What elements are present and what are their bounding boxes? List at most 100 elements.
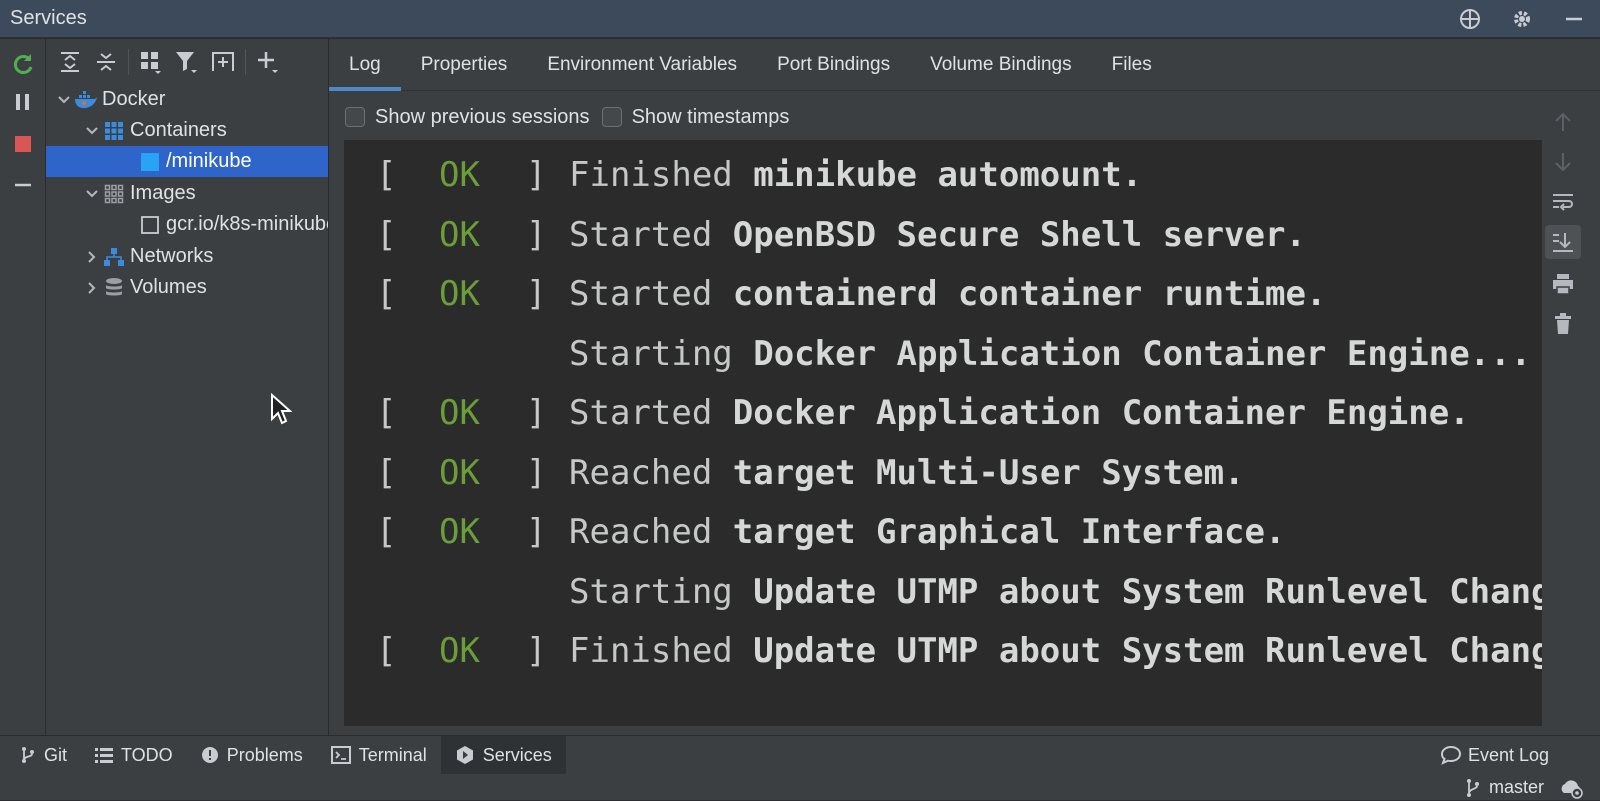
git-branch-widget[interactable]: master [1465,774,1584,801]
trash-icon[interactable] [1545,307,1581,341]
images-icon [102,183,126,205]
log-message: Reached target Graphical Interface. [569,512,1286,552]
window-title: Services [10,7,87,29]
event-log-button[interactable]: Event Log [1440,736,1549,774]
tree-node-volumes[interactable]: Volumes [46,272,328,303]
tree-node-label: /minikube [166,150,252,172]
tool-tab-terminal[interactable]: Terminal [317,736,441,774]
show-timestamps-checkbox[interactable] [601,107,622,127]
status-ok: OK [439,453,480,493]
chevron-right-icon[interactable] [82,250,102,264]
tree-node-image-kicbase[interactable]: gcr.io/k8s-minikube/kicbase [46,209,328,240]
tool-tab-label: TODO [121,744,173,765]
bracket-close: ] [526,453,547,493]
log-message: Finished Update UTMP about System Runlev… [569,631,1542,671]
tree-node-label: gcr.io/k8s-minikube/kicbase [166,213,328,235]
bracket-open: [ [376,393,397,433]
status-ok: OK [439,393,480,433]
target-icon[interactable] [1444,0,1496,38]
chevron-right-icon[interactable] [82,281,102,295]
collapse-panel-icon[interactable] [8,170,38,200]
chevron-down-icon[interactable] [82,187,102,201]
services-icon [455,745,475,765]
left-action-bar [0,39,46,735]
status-ok: OK [439,512,480,552]
bracket-close: ] [526,631,547,671]
container-running-icon [138,151,162,173]
tool-tab-label: Git [44,744,68,765]
console-toolbar [1535,101,1595,361]
scroll-to-end-icon[interactable] [1545,225,1581,259]
log-console[interactable]: [ OK ] Finished minikube automount. [ OK… [344,140,1542,726]
log-message: Started OpenBSD Secure Shell server. [569,215,1306,255]
group-by-icon[interactable] [133,44,169,80]
log-message: Started containerd container runtime. [569,274,1327,314]
list-icon [95,747,114,763]
tree-node-networks[interactable]: Networks [46,241,328,272]
speech-bubble-icon [1440,745,1462,765]
services-tree-panel: Docker Containers /minikube Images gcr.i… [46,39,329,735]
tool-tab-problems[interactable]: Problems [187,736,317,774]
tree-node-minikube[interactable]: /minikube [46,146,328,177]
add-service-icon[interactable] [250,44,286,80]
status-ok: OK [439,631,480,671]
collapse-all-icon[interactable] [88,44,124,80]
toolbar-separator [245,48,246,75]
bracket-open: [ [376,631,397,671]
show-previous-sessions-checkbox[interactable] [345,107,365,127]
chevron-down-icon[interactable] [82,124,102,138]
tree-node-docker[interactable]: Docker [46,84,328,115]
git-branch-icon [20,746,36,764]
gear-icon[interactable] [1496,0,1548,38]
show-timestamps-label: Show timestamps [631,105,790,128]
background-tasks-icon[interactable] [1558,777,1584,799]
tab-files[interactable]: Files [1092,39,1172,91]
toolbar-separator [128,48,129,75]
tab-port-bindings[interactable]: Port Bindings [757,39,910,91]
networks-icon [102,246,126,268]
tool-tab-todo[interactable]: TODO [81,736,187,774]
tree-node-label: Images [130,182,196,204]
git-branch-icon [1465,778,1481,798]
tool-tab-label: Terminal [358,744,427,765]
expand-all-icon[interactable] [52,44,88,80]
rerun-icon[interactable] [8,49,38,79]
containers-icon [102,120,126,142]
chevron-down-icon[interactable] [54,93,74,107]
tree-toolbar [46,39,328,84]
print-icon[interactable] [1545,267,1581,301]
terminal-icon [330,746,351,764]
tab-environment-variables[interactable]: Environment Variables [527,39,757,91]
tool-tab-git[interactable]: Git [6,736,81,774]
log-panel: Log Properties Environment Variables Por… [329,39,1600,735]
tree-node-containers[interactable]: Containers [46,115,328,146]
arrow-down-icon[interactable] [1545,145,1581,179]
status-ok: OK [439,215,480,255]
minimize-icon[interactable] [1548,0,1600,38]
bracket-close: ] [526,155,547,195]
log-message: Starting Docker Application Container En… [569,334,1532,374]
detail-tabs: Log Properties Environment Variables Por… [329,39,1600,91]
tree-node-images[interactable]: Images [46,178,328,209]
tool-tab-services[interactable]: Services [440,736,566,774]
tree-node-label: Volumes [130,276,207,298]
new-layout-icon[interactable] [205,44,241,80]
tool-window-tabs: Git TODO Problems Terminal Services [6,736,566,774]
bracket-close: ] [526,393,547,433]
tab-properties[interactable]: Properties [401,39,528,91]
tab-log[interactable]: Log [329,39,401,91]
pause-icon[interactable] [8,87,38,117]
docker-icon [74,89,98,111]
filter-icon[interactable] [169,44,205,80]
tree-node-label: Networks [130,245,214,267]
image-icon [138,214,162,236]
bracket-close: ] [526,512,547,552]
tab-volume-bindings[interactable]: Volume Bindings [910,39,1092,91]
log-message: Starting Update UTMP about System Runlev… [569,572,1542,612]
status-ok: OK [439,155,480,195]
tree-node-label: Containers [130,119,227,141]
title-bar: Services [0,0,1600,38]
stop-icon[interactable] [8,129,38,159]
soft-wrap-icon[interactable] [1545,185,1581,219]
arrow-up-icon[interactable] [1545,105,1581,139]
